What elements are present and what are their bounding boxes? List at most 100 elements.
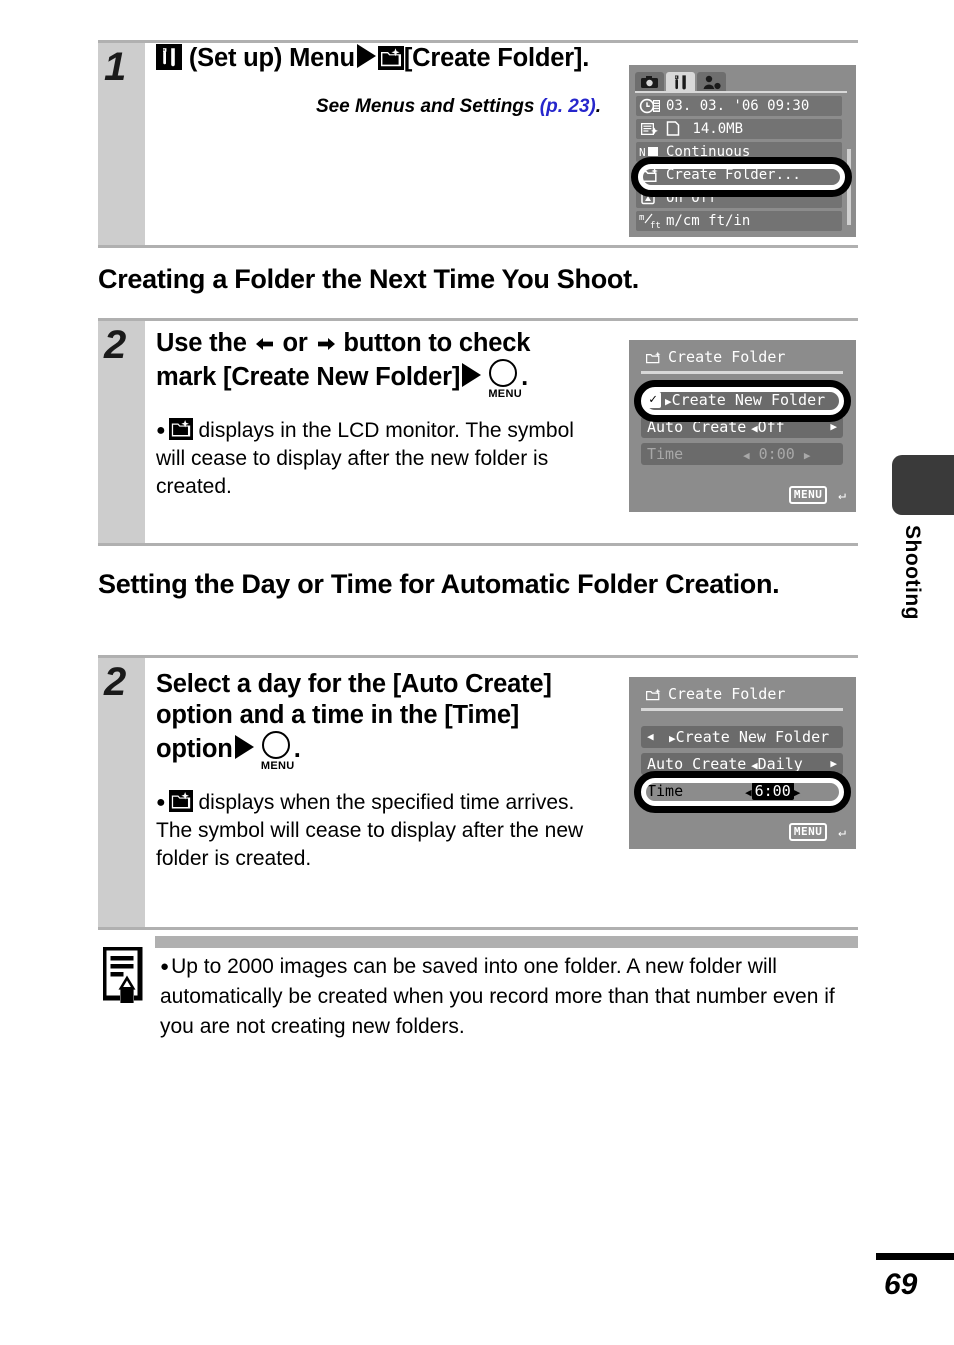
create-folder-icon <box>645 687 663 706</box>
lcd-create-folder-b: Create Folder ◀ ▶Create New Folder Auto … <box>629 677 856 849</box>
lcd-item-time[interactable]: Time ◀ 0:00 ▶ <box>641 443 843 465</box>
lcd-row-date-value: 03. 03. '06 09:30 <box>666 98 810 114</box>
lcd-item-label: ▶Create New Folder <box>669 728 830 746</box>
lcd-item-value: ◀ 0:00 ▶ <box>743 445 811 463</box>
lcd-row-create-folder[interactable]: Create Folder... <box>636 165 842 185</box>
step-block-3: 2 Select a day for the [Auto Create] opt… <box>98 655 858 930</box>
lcd-item-label: Time <box>647 445 684 463</box>
divider <box>98 655 858 658</box>
setup-tools-icon <box>156 44 182 70</box>
lcd-scrollbar[interactable] <box>847 149 851 225</box>
step-heading-3: Select a day for the [Auto Create] optio… <box>156 669 596 772</box>
step2-text-1: Use the <box>156 329 247 357</box>
lcd-item-arrow-left[interactable]: ◀ <box>647 726 654 748</box>
auto-create-value: Daily <box>757 755 803 773</box>
return-arrow-icon: ↵ <box>838 825 846 840</box>
lcd-title-underline <box>641 708 843 711</box>
lcd-item-value: ◀Off <box>751 418 785 436</box>
lcd-row-auto-rotate[interactable]: On Off <box>636 188 842 208</box>
lcd-tab-camera[interactable] <box>635 72 664 92</box>
step3-bullet: ● displays when the specified time arriv… <box>156 789 601 872</box>
lcd-title-underline <box>641 371 843 374</box>
menu-button-icon[interactable]: MENU <box>487 359 522 400</box>
step-block-2: 2 Use the or button to check mark [Creat… <box>98 318 858 546</box>
divider <box>98 318 858 321</box>
menu-button-label: MENU <box>260 760 295 773</box>
time-value: 0:00 <box>758 445 795 463</box>
lcd-item-time[interactable]: Time ◀ 6:00 ▶ <box>641 780 843 802</box>
step-body: Select a day for the [Auto Create] optio… <box>156 669 601 872</box>
create-folder-icon <box>377 46 404 70</box>
menu-return-hint: MENU ↵ <box>788 486 846 504</box>
file-no-icon: N <box>639 144 661 166</box>
lcd-item-create-new-folder[interactable]: ◀ ▶Create New Folder <box>641 726 843 748</box>
lcd-item-label: Auto Create <box>647 418 747 436</box>
svg-text:N: N <box>639 146 646 159</box>
lcd-row-file-numbering[interactable]: N Continuous <box>636 142 842 162</box>
format-size-text: 14.0MB <box>692 121 744 137</box>
auto-rotate-icon <box>639 190 661 212</box>
step-heading-1: (Set up) Menu [Create Folder]. <box>156 43 596 74</box>
step2-bullet-text: displays in the LCD monitor. The symbol … <box>156 419 574 498</box>
lcd-row-units[interactable]: m ft m/cm ft/in <box>636 211 842 231</box>
menu-button-icon[interactable]: MENU <box>260 731 294 772</box>
lcd-item-value: ◀Daily <box>751 755 803 773</box>
lcd-title-create-folder: Create Folder <box>645 685 785 706</box>
see-also-line: See Menus and Settings (p. 23). <box>156 96 601 118</box>
lcd-item-label: Time <box>647 782 684 800</box>
lcd-row-format[interactable]: 14.0MB <box>636 119 842 139</box>
step1-text-b: [Create Folder]. <box>403 44 590 72</box>
lcd-item-auto-create[interactable]: Auto Create ◀Off ▶ <box>641 416 843 438</box>
divider <box>98 543 858 546</box>
return-arrow-icon: ↵ <box>838 488 846 503</box>
side-tab-shooting[interactable] <box>892 455 954 515</box>
bullet-dot: ● <box>160 958 170 975</box>
create-new-folder-label: Create New Folder <box>671 391 826 409</box>
side-tab-label: Shooting <box>901 525 924 620</box>
lcd-row-units-value: m/cm ft/in <box>666 213 751 229</box>
see-also-tail: . <box>595 96 601 118</box>
lcd-tab-underline <box>635 91 847 93</box>
lcd-item-label: Auto Create <box>647 755 747 773</box>
lcd-item-arrow-right[interactable]: ▶ <box>830 416 837 438</box>
step-number-column: 2 <box>98 658 145 927</box>
period: . <box>521 363 529 392</box>
lcd-item-create-new-folder[interactable]: ✓ ▶Create New Folder <box>641 389 843 411</box>
step-block-1: 1 (Set up) Menu [Create Folder]. See Men… <box>98 40 858 248</box>
lcd-row-date[interactable]: 03. 03. '06 09:30 <box>636 96 842 116</box>
lcd-row-file-numbering-value: Continuous <box>666 144 751 160</box>
create-folder-icon <box>645 350 663 369</box>
footer-rule <box>876 1253 954 1260</box>
menu-button-ring <box>261 731 290 760</box>
checkbox-checked-icon[interactable]: ✓ <box>645 392 661 408</box>
menu-return-hint: MENU ↵ <box>788 823 846 841</box>
lcd-row-format-value: 14.0MB <box>666 119 743 139</box>
right-arrow-icon <box>462 363 482 388</box>
left-arrow-button-icon <box>254 334 276 354</box>
step-body: (Set up) Menu [Create Folder]. See Menus… <box>156 43 601 118</box>
see-also-text: See Menus and Settings <box>315 96 540 118</box>
page-reference-link[interactable]: (p. 23) <box>540 96 596 117</box>
step1-text-a: (Set up) Menu <box>188 44 355 72</box>
step3-bullet-text: displays when the specified time arrives… <box>156 791 584 870</box>
lcd-title-text: Create Folder <box>668 348 786 366</box>
divider <box>98 245 858 248</box>
lcd-create-folder-a: Create Folder ✓ ▶Create New Folder Auto … <box>629 340 856 512</box>
lcd-tab-setup[interactable] <box>666 72 695 92</box>
format-card-icon <box>639 121 661 143</box>
lcd-tab-bar <box>635 70 728 92</box>
create-new-folder-label: Create New Folder <box>675 728 830 746</box>
svg-text:ft: ft <box>650 221 661 229</box>
lcd-setup-menu: 03. 03. '06 09:30 14.0MB N Continuous Cr… <box>629 65 856 237</box>
bullet-dot: ● <box>156 422 166 440</box>
lcd-item-auto-create[interactable]: Auto Create ◀Daily ▶ <box>641 753 843 775</box>
menu-button-label: MENU <box>488 388 522 401</box>
lcd-title-create-folder: Create Folder <box>645 348 785 369</box>
create-folder-icon <box>168 418 193 441</box>
lcd-item-value: ◀ 6:00 ▶ <box>745 782 801 800</box>
step-heading-2: Use the or button to check mark [Create … <box>156 328 596 400</box>
divider <box>98 927 858 930</box>
lcd-item-arrow-right[interactable]: ▶ <box>830 753 837 775</box>
lcd-tab-my-camera[interactable] <box>697 72 726 92</box>
note-text: ●Up to 2000 images can be saved into one… <box>160 952 860 1041</box>
